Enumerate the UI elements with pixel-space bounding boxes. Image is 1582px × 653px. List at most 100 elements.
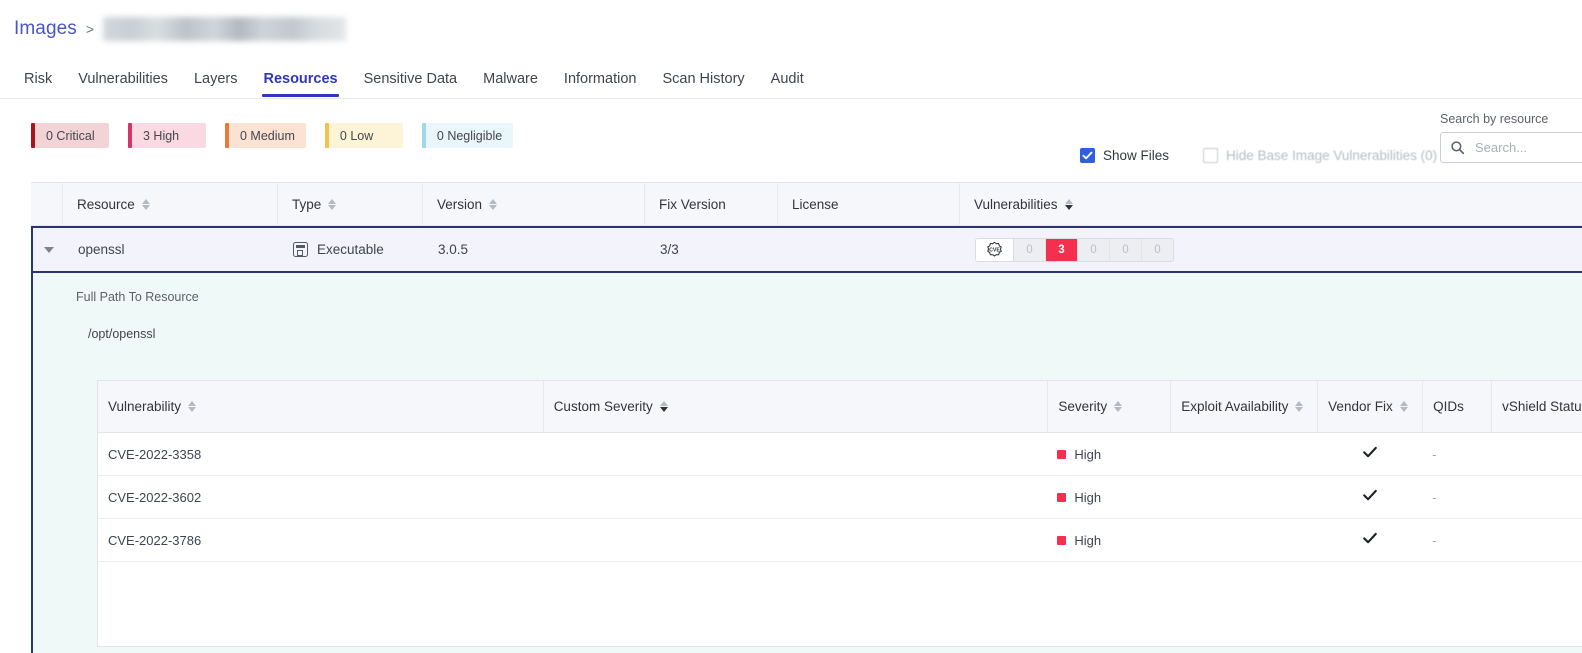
- hide-base-image-vulnerabilities-checkbox: Hide Base Image Vulnerabilities (0): [1203, 147, 1437, 163]
- vuln-qids-value: -: [1432, 532, 1437, 548]
- table-row[interactable]: CVE-2022-3358 High -: [98, 433, 1582, 476]
- severity-chip-high[interactable]: 3 High: [128, 123, 206, 148]
- vuln-col-vendor-fix[interactable]: Vendor Fix: [1317, 381, 1422, 432]
- vuln-col-qids[interactable]: QIDs: [1422, 381, 1491, 432]
- tab-scan-history[interactable]: Scan History: [649, 66, 757, 92]
- breadcrumb: Images >: [14, 14, 347, 44]
- breadcrumb-separator: >: [85, 21, 95, 37]
- table-toolbar: Show Files Hide Base Image Vulnerabiliti…: [1080, 141, 1437, 169]
- row-fix-version: 3/3: [660, 242, 679, 257]
- executable-icon: [293, 242, 308, 257]
- row-license: [779, 228, 961, 271]
- resource-col-license[interactable]: License: [777, 182, 959, 226]
- resource-col-resource[interactable]: Resource: [62, 182, 277, 226]
- table-row[interactable]: CVE-2022-3786 High -: [98, 519, 1582, 562]
- vuln-id-link[interactable]: CVE-2022-3602: [108, 490, 201, 505]
- resource-col-resource-sort-icon[interactable]: [141, 198, 150, 210]
- vuln-qids-value: -: [1432, 446, 1437, 462]
- vuln-count-low[interactable]: 0: [1110, 238, 1142, 261]
- row-detail-panel: Full Path To Resource /opt/openssl Vulne…: [31, 273, 1582, 653]
- row-type-label: Executable: [317, 242, 384, 257]
- tab-sensitive-data[interactable]: Sensitive Data: [351, 66, 471, 92]
- row-version: 3.0.5: [438, 242, 469, 257]
- resource-col-type-sort-icon[interactable]: [328, 198, 337, 210]
- tab-layers[interactable]: Layers: [181, 66, 251, 92]
- vuln-count-critical[interactable]: 0: [1014, 238, 1046, 261]
- table-row[interactable]: CVE-2022-3602 High -: [98, 476, 1582, 519]
- vuln-col-vendor-fix-sort-icon[interactable]: [1399, 401, 1408, 412]
- severity-chip-negligible-label: 0 Negligible: [436, 128, 503, 143]
- tab-malware[interactable]: Malware: [470, 66, 551, 92]
- search-by-resource: Search by resource: [1440, 112, 1582, 163]
- check-icon: [1362, 530, 1378, 550]
- search-input[interactable]: [1473, 139, 1582, 156]
- vuln-cell-id[interactable]: CVE-2022-3786: [98, 519, 543, 561]
- resource-col-vulnerabilities-label: Vulnerabilities: [974, 196, 1058, 212]
- vuln-col-severity[interactable]: Severity: [1047, 381, 1170, 432]
- vuln-cell-id[interactable]: CVE-2022-3602: [98, 476, 543, 518]
- vuln-qids-value: -: [1432, 489, 1437, 505]
- breadcrumb-current-redacted: [103, 17, 347, 41]
- chevron-down-icon[interactable]: [43, 246, 54, 253]
- vuln-col-vshield-status[interactable]: vShield Status: [1491, 381, 1582, 432]
- vuln-cell-exploit: [1170, 519, 1317, 561]
- tab-resources[interactable]: Resources: [250, 66, 350, 97]
- vuln-col-custom-severity-sort-icon[interactable]: [659, 401, 668, 412]
- vuln-col-severity-label: Severity: [1058, 399, 1108, 414]
- resource-col-expand: [31, 182, 62, 226]
- vuln-count-negligible[interactable]: 0: [1142, 238, 1173, 261]
- hide-base-image-checkbox-box: [1203, 147, 1219, 163]
- tab-risk[interactable]: Risk: [11, 66, 65, 92]
- vuln-col-vulnerability[interactable]: Vulnerability: [98, 381, 543, 432]
- tab-vulnerabilities[interactable]: Vulnerabilities: [65, 66, 181, 92]
- vuln-id-link[interactable]: CVE-2022-3358: [108, 447, 201, 462]
- row-expand-toggle[interactable]: [33, 228, 64, 271]
- resource-col-vulnerabilities-sort-icon[interactable]: [1064, 198, 1073, 210]
- resource-col-version[interactable]: Version: [422, 182, 644, 226]
- severity-chip-critical[interactable]: 0 Critical: [31, 123, 109, 148]
- vuln-cell-id[interactable]: CVE-2022-3358: [98, 433, 543, 475]
- vuln-col-vulnerability-sort-icon[interactable]: [188, 401, 197, 412]
- table-row[interactable]: openssl Executable 3.0.5 3/3 CVE 0 3 0 0…: [31, 226, 1582, 273]
- tab-information[interactable]: Information: [551, 66, 650, 92]
- vuln-col-custom-severity[interactable]: Custom Severity: [542, 381, 1048, 432]
- severity-chip-low-label: 0 Low: [339, 128, 374, 143]
- vuln-severity-label: High: [1074, 489, 1102, 505]
- vulnerability-count-group[interactable]: CVE 0 3 0 0 0: [975, 237, 1174, 262]
- vuln-cell-vshield: [1491, 519, 1582, 561]
- resource-col-resource-label: Resource: [77, 196, 135, 212]
- vuln-id-link[interactable]: CVE-2022-3786: [108, 533, 201, 548]
- resource-col-vulnerabilities[interactable]: Vulnerabilities: [959, 182, 1579, 226]
- severity-chip-high-label: 3 High: [143, 128, 180, 143]
- check-icon: [1362, 487, 1378, 507]
- vuln-col-exploit-availability-sort-icon[interactable]: [1295, 401, 1304, 412]
- vuln-cell-vshield: [1491, 476, 1582, 518]
- row-resource-name: openssl: [78, 242, 125, 257]
- breadcrumb-images-link[interactable]: Images: [14, 18, 77, 40]
- vuln-col-exploit-availability[interactable]: Exploit Availability: [1170, 381, 1317, 432]
- severity-chip-negligible[interactable]: 0 Negligible: [421, 123, 514, 148]
- tab-audit[interactable]: Audit: [758, 66, 817, 92]
- resource-col-fix-version[interactable]: Fix Version: [644, 182, 777, 226]
- search-field[interactable]: [1440, 132, 1582, 163]
- vuln-count-medium[interactable]: 0: [1078, 238, 1110, 261]
- vuln-col-severity-sort-icon[interactable]: [1114, 401, 1123, 412]
- show-files-checkbox[interactable]: Show Files: [1080, 147, 1169, 163]
- search-icon: [1450, 140, 1465, 155]
- vulnerability-table-footer-space: [98, 562, 1582, 646]
- vuln-cell-severity: High: [1047, 433, 1170, 475]
- severity-chip-low[interactable]: 0 Low: [324, 123, 403, 148]
- vuln-count-high[interactable]: 3: [1046, 238, 1078, 261]
- resource-table-header: Resource Type Version Fix Version Licens…: [31, 182, 1582, 226]
- resource-col-version-label: Version: [437, 196, 483, 212]
- vuln-cell-vendor-fix: [1317, 519, 1422, 561]
- resource-col-version-sort-icon[interactable]: [489, 198, 498, 210]
- severity-chip-medium[interactable]: 0 Medium: [225, 123, 306, 148]
- severity-chip-critical-bar: [31, 123, 35, 148]
- show-files-checkbox-box: [1080, 147, 1095, 163]
- resource-col-type[interactable]: Type: [277, 182, 422, 226]
- vuln-cell-custom-severity: [543, 476, 1048, 518]
- vuln-severity-label: High: [1074, 446, 1102, 462]
- vulnerability-table: Vulnerability Custom Severity Severity E…: [97, 380, 1582, 647]
- severity-chip-low-bar: [324, 123, 329, 148]
